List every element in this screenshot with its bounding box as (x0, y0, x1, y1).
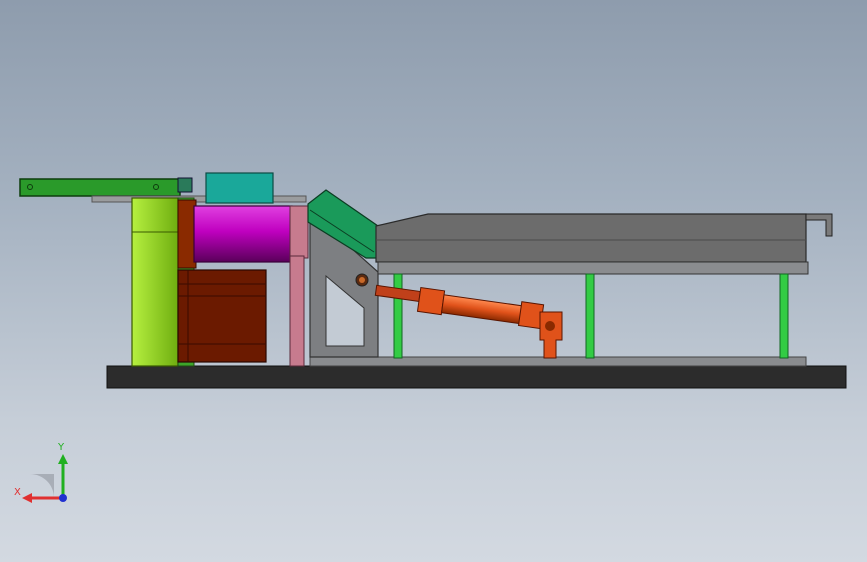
green-post[interactable] (585, 273, 595, 359)
pivot-bolt-inner (359, 277, 365, 283)
z-axis-dot (59, 494, 67, 502)
roller-hub-left (177, 199, 197, 269)
cylinder-end-cap (416, 286, 446, 316)
triad-y-label: Y (58, 442, 65, 453)
green-post[interactable] (393, 273, 403, 359)
small-fitting (177, 177, 193, 193)
magenta-roller[interactable] (193, 205, 293, 263)
tray-bottom-rail (377, 261, 809, 275)
cylinder-barrel (440, 294, 528, 325)
pink-post[interactable] (289, 255, 305, 367)
roller-hub-right (289, 205, 309, 259)
coordinate-triad-icon (22, 454, 68, 503)
tray-lip (805, 213, 833, 237)
cad-model-view[interactable] (0, 0, 867, 562)
clevis-pin (545, 321, 555, 331)
y-axis-head (58, 454, 68, 464)
cad-graphics-viewport[interactable]: Y X (0, 0, 867, 562)
top-bracket[interactable] (19, 178, 181, 197)
tray[interactable] (375, 213, 807, 263)
teal-box[interactable] (205, 172, 274, 204)
gray-top-plate (91, 195, 307, 203)
cylinder-clevis[interactable] (539, 311, 563, 359)
triad-shade (30, 474, 54, 498)
x-axis-head (22, 493, 32, 503)
lower-plate[interactable] (309, 356, 807, 367)
triad-x-label: X (14, 487, 21, 498)
green-post[interactable] (779, 273, 789, 359)
lime-side-block[interactable] (131, 197, 179, 367)
base-plate[interactable] (106, 365, 847, 389)
